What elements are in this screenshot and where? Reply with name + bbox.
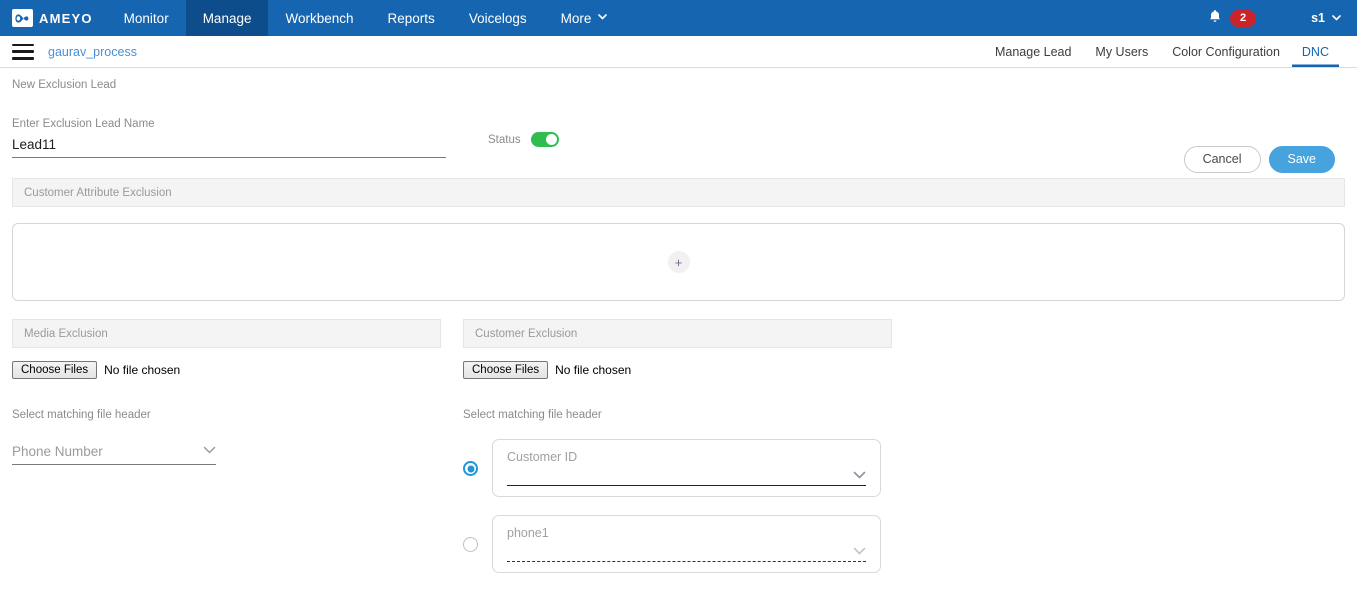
media-exclusion-column: Media Exclusion Choose Files No file cho… [12, 319, 441, 573]
chevron-down-icon [203, 446, 216, 457]
page-title: New Exclusion Lead [12, 79, 117, 91]
customer-exclusion-title: Customer Exclusion [475, 327, 578, 340]
status-toggle-knob [545, 134, 557, 145]
chevron-down-icon [598, 12, 608, 22]
customer-attribute-exclusion-area: + [12, 223, 1345, 301]
customer-header-option-row: phone1 [463, 515, 892, 573]
nav-item-more[interactable]: More [544, 0, 625, 36]
tab-dnc-label: DNC [1301, 44, 1329, 59]
exclusion-lead-name-field: Enter Exclusion Lead Name [12, 118, 446, 158]
tab-color-configuration[interactable]: Color Configuration [1160, 36, 1292, 67]
brand-name: AMEYO [39, 10, 93, 26]
nav-item-reports-label: Reports [387, 10, 435, 26]
tab-manage-lead-label: Manage Lead [994, 44, 1072, 59]
customer-id-dropdown-placeholder: Customer ID [507, 450, 578, 464]
media-matching-header-value: Phone Number [12, 444, 103, 459]
page-content: New Exclusion Lead Cancel Save Enter Exc… [0, 68, 1357, 573]
brand-logo[interactable]: AMEYO [0, 0, 107, 36]
notification-bell-icon[interactable] [1200, 9, 1230, 27]
customer-matching-header-label: Select matching file header [463, 409, 602, 421]
exclusion-columns: Media Exclusion Choose Files No file cho… [12, 319, 1345, 573]
phone1-dropdown-underline [507, 561, 866, 562]
customer-header-option-row: Customer ID [463, 439, 892, 497]
nav-item-monitor[interactable]: Monitor [107, 0, 186, 36]
breadcrumb[interactable]: gaurav_process [48, 45, 137, 59]
customer-exclusion-column: Customer Exclusion Choose Files No file … [463, 319, 892, 573]
tab-dnc[interactable]: DNC [1292, 36, 1339, 67]
nav-item-manage-label: Manage [202, 10, 252, 26]
phone1-dropdown[interactable]: phone1 [492, 515, 881, 573]
tab-my-users-label: My Users [1095, 44, 1149, 59]
user-menu[interactable]: s1 [1311, 11, 1347, 25]
status-toggle[interactable] [530, 132, 559, 147]
radio-customer-id[interactable] [463, 461, 478, 476]
nav-item-manage[interactable]: Manage [185, 0, 269, 36]
cancel-button[interactable]: Cancel [1183, 146, 1261, 173]
media-file-status: No file chosen [104, 363, 181, 377]
status-toggle-group: Status [488, 132, 559, 147]
notification-count-badge[interactable]: 2 [1230, 9, 1257, 27]
nav-item-voicelogs-label: Voicelogs [468, 10, 527, 26]
nav-item-workbench[interactable]: Workbench [268, 0, 370, 36]
hamburger-line [12, 57, 34, 60]
status-label: Status [488, 133, 521, 146]
tab-manage-lead[interactable]: Manage Lead [983, 36, 1083, 67]
nav-item-workbench-label: Workbench [285, 10, 354, 26]
nav-item-reports[interactable]: Reports [371, 0, 452, 36]
media-matching-header-label: Select matching file header [12, 409, 151, 421]
topnav-right-area: 2 s1 [1200, 0, 1357, 36]
top-navigation-bar: AMEYO Monitor Manage Workbench Reports V… [0, 0, 1357, 36]
customer-file-input-row: Choose Files No file chosen [463, 361, 892, 379]
primary-nav-items: Monitor Manage Workbench Reports Voicelo… [107, 0, 625, 36]
hamburger-line [12, 43, 34, 46]
media-choose-files-button[interactable]: Choose Files [12, 361, 98, 379]
exclusion-lead-name-label: Enter Exclusion Lead Name [12, 118, 155, 130]
radio-phone1[interactable] [463, 537, 478, 552]
media-file-input-row: Choose Files No file chosen [12, 361, 441, 379]
sub-header-bar: gaurav_process Manage Lead My Users Colo… [0, 36, 1357, 68]
nav-item-more-label: More [560, 10, 592, 26]
customer-exclusion-header: Customer Exclusion [463, 319, 892, 348]
infinity-logo-icon [12, 9, 33, 27]
chevron-down-icon [853, 547, 866, 558]
exclusion-lead-name-input[interactable] [12, 137, 446, 158]
nav-item-monitor-label: Monitor [123, 10, 169, 26]
customer-id-dropdown[interactable]: Customer ID [492, 439, 881, 497]
user-name-label: s1 [1311, 11, 1325, 25]
hamburger-line [12, 50, 34, 53]
lead-name-row: Enter Exclusion Lead Name Status [12, 118, 1345, 158]
customer-attribute-exclusion-header: Customer Attribute Exclusion [12, 178, 1345, 207]
hamburger-menu-icon[interactable] [12, 43, 34, 60]
customer-attribute-exclusion-title: Customer Attribute Exclusion [24, 186, 172, 199]
sub-navigation-tabs: Manage Lead My Users Color Configuration… [983, 36, 1357, 67]
tab-my-users[interactable]: My Users [1083, 36, 1160, 67]
media-exclusion-header: Media Exclusion [12, 319, 441, 348]
phone1-dropdown-placeholder: phone1 [507, 526, 549, 540]
page-action-buttons: Cancel Save [1183, 146, 1335, 173]
plus-icon[interactable]: + [667, 251, 690, 273]
save-button[interactable]: Save [1268, 146, 1335, 173]
customer-choose-files-button[interactable]: Choose Files [463, 361, 549, 379]
tab-color-configuration-label: Color Configuration [1172, 44, 1280, 59]
nav-item-voicelogs[interactable]: Voicelogs [452, 0, 544, 36]
customer-id-dropdown-underline [507, 485, 866, 486]
media-matching-header-select[interactable]: Phone Number [12, 444, 216, 465]
chevron-down-icon [1332, 13, 1341, 23]
media-exclusion-title: Media Exclusion [24, 327, 108, 340]
customer-file-status: No file chosen [555, 363, 632, 377]
chevron-down-icon [853, 471, 866, 482]
